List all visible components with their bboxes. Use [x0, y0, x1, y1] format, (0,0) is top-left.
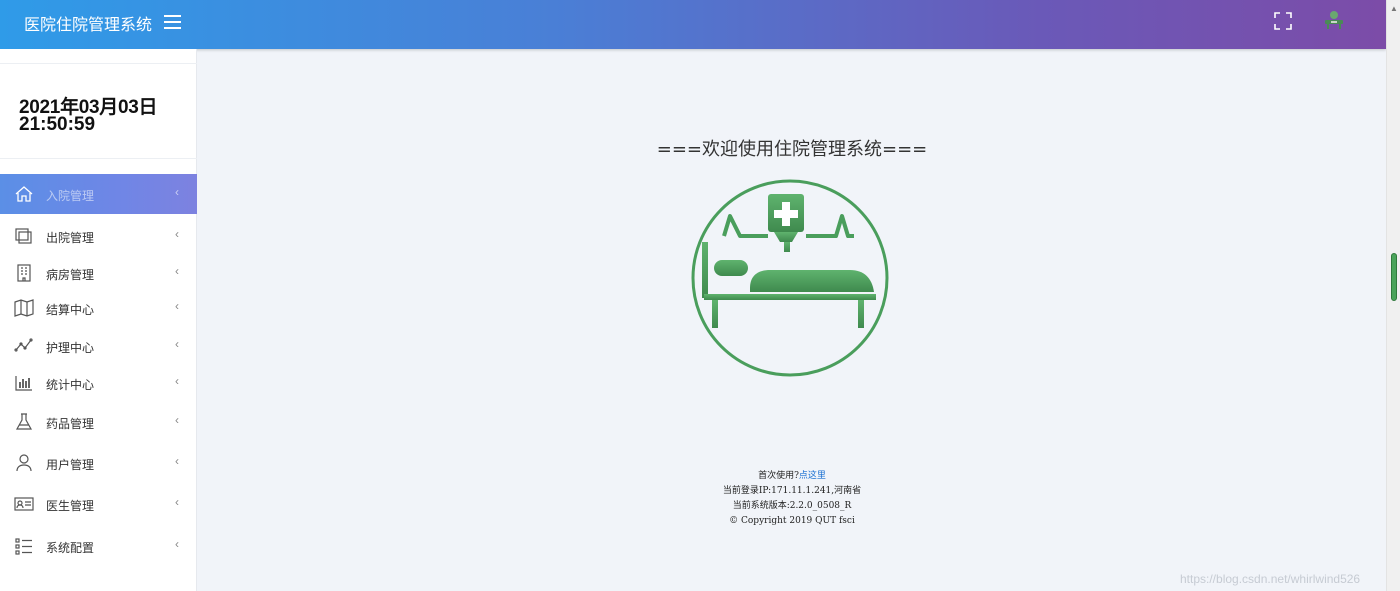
sidebar-item-ward[interactable]: 病房管理 ‹	[0, 253, 197, 293]
sidebar-item-settlement[interactable]: 结算中心 ‹	[0, 288, 197, 328]
sidebar-item-users[interactable]: 用户管理 ‹	[0, 443, 197, 483]
sidebar-item-label: 结算中心	[46, 303, 95, 317]
list-icon	[14, 536, 34, 556]
map-icon	[14, 298, 34, 318]
sidebar-item-statistics[interactable]: 统计中心 ‹	[0, 363, 197, 403]
sidebar-item-discharge[interactable]: 出院管理 ‹	[0, 216, 197, 256]
sidebar-item-doctors[interactable]: 医生管理 ‹	[0, 484, 197, 524]
first-use-link[interactable]: 点这里	[799, 471, 826, 481]
sidebar-item-config[interactable]: 系统配置 ‹	[0, 526, 197, 566]
sidebar-item-label: 护理中心	[46, 341, 95, 355]
footer-info: 首次使用?点这里 当前登录IP:171.11.1.241,河南省 当前系统版本:…	[198, 469, 1386, 529]
first-use-prefix: 首次使用?	[758, 471, 799, 481]
sidebar: 2021年03月03日 21:50:59 入院管理 ‹ 出院管理 ‹ 病房管理 …	[0, 49, 197, 591]
chevron-left-icon: ‹	[175, 374, 179, 388]
flask-icon	[14, 412, 34, 432]
chevron-left-icon: ‹	[175, 413, 179, 427]
system-version: 当前系统版本:2.2.0_0508_R	[732, 501, 852, 511]
clock-panel: 2021年03月03日 21:50:59	[0, 63, 197, 159]
main-content: ===欢迎使用住院管理系统=== 首次使用?点这里 当前登录IP:171.11.…	[198, 49, 1386, 591]
sidebar-item-medicine[interactable]: 药品管理 ‹	[0, 402, 197, 442]
chevron-left-icon: ‹	[175, 337, 179, 351]
home-icon	[14, 184, 34, 204]
sidebar-item-label: 医生管理	[46, 499, 95, 513]
sidebar-item-label: 药品管理	[46, 417, 95, 431]
login-ip: 当前登录IP:171.11.1.241,河南省	[722, 486, 862, 496]
watermark: https://blog.csdn.net/whirlwind526	[1180, 572, 1361, 586]
vertical-scrollbar[interactable]: ▲	[1386, 0, 1400, 591]
bar-chart-icon	[14, 373, 34, 393]
chevron-left-icon: ‹	[175, 299, 179, 313]
user-icon	[14, 453, 34, 473]
sidebar-item-label: 系统配置	[46, 541, 95, 555]
clock-time: 21:50:59	[19, 114, 96, 135]
id-card-icon	[14, 494, 34, 514]
welcome-title: ===欢迎使用住院管理系统===	[656, 139, 928, 160]
chevron-left-icon: ‹	[175, 537, 179, 551]
top-header: 医院住院管理系统	[0, 0, 1386, 49]
sidebar-item-label: 出院管理	[46, 231, 95, 245]
copyright: © Copyright 2019 QUT fsci	[729, 516, 855, 526]
sidebar-item-label: 统计中心	[46, 378, 95, 392]
line-chart-icon	[14, 336, 34, 356]
menu-toggle-icon[interactable]	[164, 15, 182, 31]
first-use-line: 首次使用?点这里	[198, 469, 1386, 484]
building-icon	[14, 263, 34, 283]
sidebar-item-label: 入院管理	[46, 189, 95, 203]
sidebar-item-admission[interactable]: 入院管理 ‹	[0, 174, 197, 214]
chevron-left-icon: ‹	[175, 264, 179, 278]
chevron-left-icon: ‹	[175, 185, 179, 199]
scroll-up-icon[interactable]: ▲	[1390, 4, 1398, 13]
hospital-bed-logo-icon	[690, 178, 890, 378]
scroll-thumb[interactable]	[1391, 253, 1397, 301]
chevron-left-icon: ‹	[175, 454, 179, 468]
user-avatar-icon[interactable]	[1322, 8, 1346, 32]
app-title: 医院住院管理系统	[24, 17, 153, 34]
sidebar-item-label: 病房管理	[46, 268, 95, 282]
sidebar-item-nursing[interactable]: 护理中心 ‹	[0, 326, 197, 366]
windows-icon	[14, 226, 34, 246]
fullscreen-icon[interactable]	[1274, 12, 1292, 30]
chevron-left-icon: ‹	[175, 495, 179, 509]
sidebar-item-label: 用户管理	[46, 458, 95, 472]
chevron-left-icon: ‹	[175, 227, 179, 241]
